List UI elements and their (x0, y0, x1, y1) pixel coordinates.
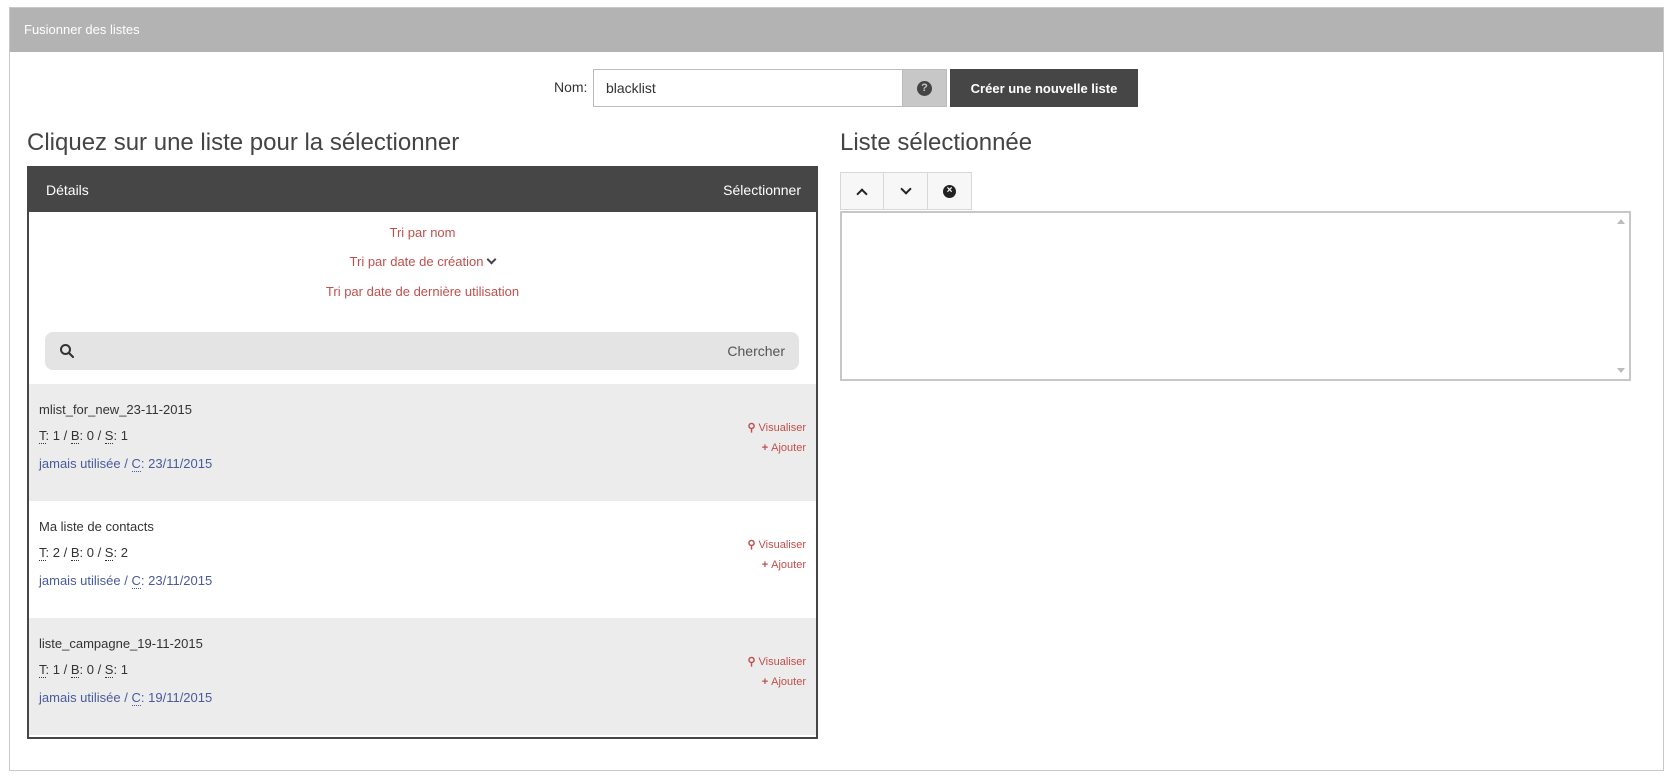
search-icon (60, 344, 75, 359)
header-select: Sélectionner (723, 182, 801, 198)
list-item[interactable]: Ma liste de contacts T: 2 / B: 0 / S: 2 … (29, 501, 816, 618)
scroll-down-arrow[interactable] (1617, 368, 1625, 373)
selected-list-toolbar: × (840, 172, 972, 210)
list-item[interactable]: liste_campagne_19-11-2015 T: 1 / B: 0 / … (29, 618, 816, 735)
list-table-header: Détails Sélectionner (29, 168, 816, 212)
help-button[interactable]: ? (903, 69, 947, 107)
view-list-link[interactable]: ⚲ Visualiser (747, 538, 806, 551)
view-list-link[interactable]: ⚲ Visualiser (747, 421, 806, 434)
list-name: liste_campagne_19-11-2015 (39, 636, 203, 651)
plus-icon: + (761, 676, 769, 688)
name-form: Nom: ? Créer une nouvelle liste (10, 69, 1663, 107)
sort-by-created-link[interactable]: Tri par date de création (29, 254, 816, 269)
available-lists-box: Détails Sélectionner Tri par nom Tri par… (27, 166, 818, 739)
lists-container: mlist_for_new_23-11-2015 T: 1 / B: 0 / S… (29, 384, 816, 735)
sort-by-name-link[interactable]: Tri par nom (29, 225, 816, 240)
question-circle-icon: ? (917, 80, 932, 96)
sort-by-last-used-link[interactable]: Tri par date de dernière utilisation (29, 284, 816, 299)
panel-title: Fusionner des listes (10, 8, 1663, 52)
remove-button[interactable]: × (928, 172, 972, 210)
header-details: Détails (46, 182, 89, 198)
selected-list-title: Liste sélectionnée (840, 129, 1033, 156)
plus-icon: + (761, 442, 769, 454)
merge-lists-panel: Fusionner des listes Nom: ? Créer une no… (9, 7, 1664, 771)
remove-circle-icon: × (943, 184, 956, 198)
list-stats: T: 1 / B: 0 / S: 1 (39, 662, 128, 678)
list-dates: jamais utilisée / C: 19/11/2015 (39, 690, 213, 706)
add-list-link[interactable]: + Ajouter (747, 559, 806, 571)
list-dates: jamais utilisée / C: 23/11/2015 (39, 456, 213, 472)
create-new-list-button[interactable]: Créer une nouvelle liste (950, 69, 1138, 107)
list-item[interactable]: mlist_for_new_23-11-2015 T: 1 / B: 0 / S… (29, 384, 816, 501)
move-up-button[interactable] (840, 172, 884, 210)
list-actions: ⚲ Visualiser + Ajouter (747, 421, 806, 462)
view-list-link[interactable]: ⚲ Visualiser (747, 655, 806, 668)
search-icon: ⚲ (747, 656, 756, 668)
search-icon: ⚲ (747, 422, 756, 434)
chevron-up-icon (856, 187, 868, 200)
search-icon: ⚲ (747, 539, 756, 551)
chevron-down-icon (899, 182, 912, 195)
search-bar[interactable]: Chercher (45, 332, 799, 370)
chevron-down-icon (487, 254, 497, 265)
list-actions: ⚲ Visualiser + Ajouter (747, 538, 806, 579)
list-actions: ⚲ Visualiser + Ajouter (747, 655, 806, 696)
move-down-button[interactable] (884, 172, 928, 210)
list-stats: T: 2 / B: 0 / S: 2 (39, 545, 128, 561)
add-list-link[interactable]: + Ajouter (747, 442, 806, 454)
list-stats: T: 1 / B: 0 / S: 1 (39, 428, 128, 444)
list-name: Ma liste de contacts (39, 519, 154, 534)
add-list-link[interactable]: + Ajouter (747, 676, 806, 688)
search-button[interactable]: Chercher (727, 343, 785, 359)
scroll-up-arrow[interactable] (1617, 219, 1625, 224)
list-dates: jamais utilisée / C: 23/11/2015 (39, 573, 213, 589)
plus-icon: + (761, 559, 769, 571)
selected-list-area[interactable] (840, 211, 1631, 381)
list-name-input[interactable] (593, 69, 903, 107)
list-name: mlist_for_new_23-11-2015 (39, 402, 192, 417)
available-lists-title: Cliquez sur une liste pour la sélectionn… (27, 129, 460, 156)
name-label: Nom: (554, 79, 588, 95)
